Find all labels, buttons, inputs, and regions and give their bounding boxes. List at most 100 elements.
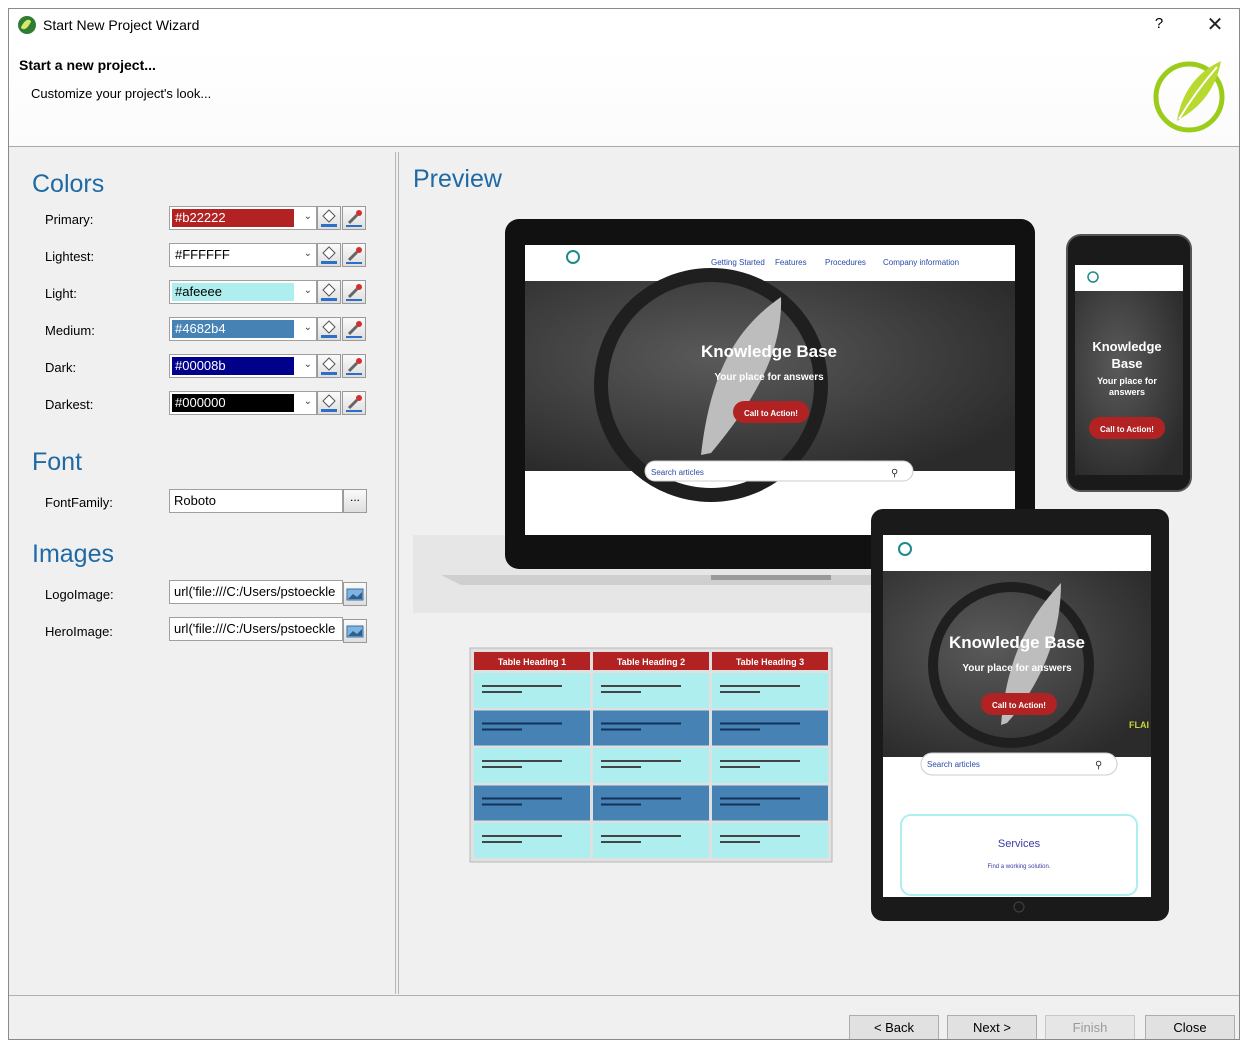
- chevron-down-icon[interactable]: ⌄: [304, 396, 312, 407]
- phone-hero-title-line1: Knowledge: [1092, 339, 1161, 354]
- table-cell-text: [482, 803, 522, 806]
- panel-splitter[interactable]: [395, 152, 399, 994]
- next-button[interactable]: Next >: [947, 1015, 1037, 1039]
- table-cell-text: [482, 728, 522, 731]
- color-picker-combo[interactable]: #FFFFFF ⌄: [169, 243, 317, 267]
- finish-button[interactable]: Finish: [1045, 1015, 1135, 1039]
- app-logo-icon: [18, 16, 36, 34]
- table-cell: [712, 823, 828, 858]
- hero-image-field[interactable]: url('file:///C:/Users/pstoeckle: [169, 617, 343, 641]
- color-eyedropper-button[interactable]: [342, 280, 366, 304]
- color-label: Lightest:: [45, 249, 95, 264]
- color-dialog-button[interactable]: [317, 391, 341, 415]
- table-cell-text: [601, 722, 681, 725]
- table-cell-text: [601, 691, 641, 693]
- services-card-title: Services: [998, 838, 1041, 850]
- search-icon: ⚲: [891, 468, 898, 479]
- logo-image-label: LogoImage:: [45, 587, 114, 602]
- table-cell-text: [720, 728, 760, 731]
- color-label: Medium:: [45, 323, 95, 338]
- table-cell-text: [601, 766, 641, 768]
- table-heading: Table Heading 1: [498, 657, 566, 667]
- color-picker-combo[interactable]: #b22222 ⌄: [169, 206, 317, 230]
- tablet-hero-title: Knowledge Base: [949, 633, 1085, 652]
- color-value: #afeeee: [175, 284, 222, 299]
- close-button[interactable]: Close: [1145, 1015, 1235, 1039]
- color-eyedropper-button[interactable]: [342, 317, 366, 341]
- color-picker-combo[interactable]: #000000 ⌄: [169, 391, 317, 415]
- hero-image-label: HeroImage:: [45, 624, 113, 639]
- eyedropper-icon: [346, 247, 362, 264]
- tablet-search-placeholder: Search articles: [927, 760, 980, 769]
- table-cell: [474, 673, 590, 708]
- page-subtitle: Customize your project's look...: [31, 86, 212, 101]
- table-cell-text: [720, 841, 760, 843]
- table-cell: [593, 785, 709, 821]
- back-button[interactable]: < Back: [849, 1015, 939, 1039]
- paint-bucket-icon: [321, 209, 337, 227]
- paint-bucket-icon: [321, 357, 337, 375]
- chevron-down-icon[interactable]: ⌄: [304, 322, 312, 333]
- tablet-flag-text: FLAI: [1129, 720, 1149, 730]
- table-cell-text: [720, 691, 760, 693]
- color-eyedropper-button[interactable]: [342, 206, 366, 230]
- settings-panel: Colors Primary: #b22222 ⌄ Lightest: #FFFFFF ⌄…: [9, 148, 393, 994]
- hero-image-browse-button[interactable]: [343, 619, 367, 643]
- color-label: Light:: [45, 286, 77, 301]
- color-eyedropper-button[interactable]: [342, 243, 366, 267]
- logo-image-field[interactable]: url('file:///C:/Users/pstoeckle: [169, 580, 343, 604]
- chevron-down-icon[interactable]: ⌄: [304, 211, 312, 222]
- chevron-down-icon[interactable]: ⌄: [304, 359, 312, 370]
- color-value: #000000: [175, 395, 226, 410]
- laptop-search-placeholder: Search articles: [651, 468, 704, 477]
- color-eyedropper-button[interactable]: [342, 354, 366, 378]
- color-label: Dark:: [45, 360, 77, 375]
- color-dialog-button[interactable]: [317, 354, 341, 378]
- colors-section-title: Colors: [32, 170, 105, 198]
- table-cell-text: [720, 685, 800, 687]
- color-picker-combo[interactable]: #afeeee ⌄: [169, 280, 317, 304]
- font-family-label: FontFamily:: [45, 495, 113, 510]
- table-cell-text: [601, 685, 681, 687]
- color-value: #b22222: [175, 210, 226, 225]
- table-cell: [593, 823, 709, 858]
- table-cell: [712, 785, 828, 821]
- logo-image-browse-button[interactable]: [343, 582, 367, 606]
- table-cell-text: [720, 760, 800, 762]
- color-dialog-button[interactable]: [317, 280, 341, 304]
- table-cell-text: [601, 797, 681, 800]
- close-window-button[interactable]: ✕: [1205, 12, 1225, 36]
- laptop-cta-button: Call to Action!: [744, 409, 798, 418]
- font-section-title: Font: [32, 448, 83, 476]
- chevron-down-icon[interactable]: ⌄: [304, 285, 312, 296]
- table-cell: [712, 748, 828, 783]
- color-dialog-button[interactable]: [317, 243, 341, 267]
- font-family-field[interactable]: Roboto: [169, 489, 343, 513]
- laptop-nav-item: Getting Started: [711, 258, 765, 267]
- images-section-title: Images: [32, 540, 114, 568]
- laptop-hero-subtitle: Your place for answers: [714, 372, 824, 383]
- table-cell: [593, 710, 709, 746]
- table-cell-text: [720, 835, 800, 837]
- table-cell-text: [601, 728, 641, 731]
- color-dialog-button[interactable]: [317, 317, 341, 341]
- table-cell-text: [720, 766, 760, 768]
- laptop-nav-item: Company information: [883, 258, 959, 267]
- table-cell-text: [482, 797, 562, 800]
- color-value: #00008b: [175, 358, 226, 373]
- font-browse-button[interactable]: ...: [343, 489, 367, 513]
- table-cell: [474, 823, 590, 858]
- paint-bucket-icon: [321, 320, 337, 338]
- tablet-hero-subtitle: Your place for answers: [962, 663, 1072, 674]
- color-picker-combo[interactable]: #4682b4 ⌄: [169, 317, 317, 341]
- paint-bucket-icon: [321, 283, 337, 301]
- color-eyedropper-button[interactable]: [342, 391, 366, 415]
- color-label: Darkest:: [45, 397, 94, 412]
- color-picker-combo[interactable]: #00008b ⌄: [169, 354, 317, 378]
- help-button[interactable]: ?: [1149, 15, 1169, 35]
- phone-hero-title-line2: Base: [1111, 356, 1142, 371]
- feather-logo-icon: [1153, 61, 1225, 133]
- table-cell-text: [720, 722, 800, 725]
- color-dialog-button[interactable]: [317, 206, 341, 230]
- chevron-down-icon[interactable]: ⌄: [304, 248, 312, 259]
